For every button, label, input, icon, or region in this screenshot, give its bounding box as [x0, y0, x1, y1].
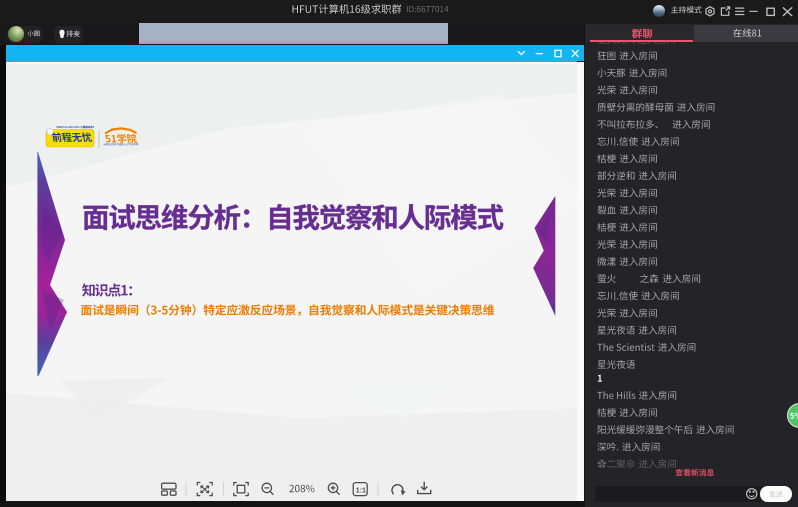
svg-text:1:1: 1:1 [356, 488, 366, 495]
